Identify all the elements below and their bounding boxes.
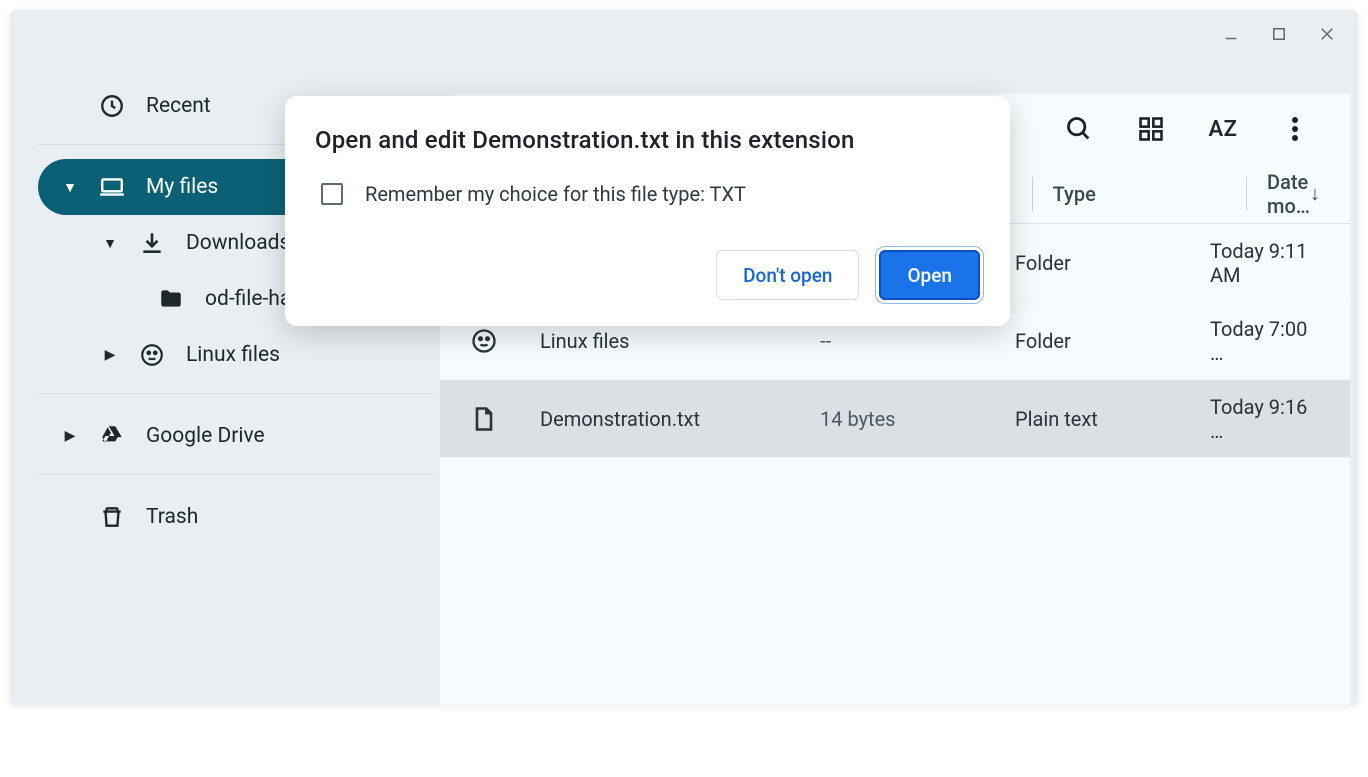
- files-window: Recent ▼ My files ▼ Downloads: [10, 10, 1358, 705]
- col-type[interactable]: Type: [1053, 182, 1246, 206]
- sidebar-item-trash[interactable]: Trash: [38, 489, 435, 545]
- open-button[interactable]: Open: [879, 250, 980, 300]
- folder-icon: [157, 286, 185, 312]
- file-row-demonstration[interactable]: Demonstration.txt 14 bytes Plain text To…: [440, 380, 1350, 458]
- remember-checkbox-row[interactable]: Remember my choice for this file type: T…: [315, 182, 980, 206]
- chevron-right-icon: ▶: [62, 428, 78, 444]
- checkbox-icon[interactable]: [321, 183, 343, 205]
- minimize-button[interactable]: [1210, 16, 1252, 52]
- sidebar-label-gdrive: Google Drive: [146, 424, 265, 448]
- maximize-button[interactable]: [1258, 16, 1300, 52]
- sidebar-label-linux: Linux files: [186, 343, 280, 367]
- sort-button[interactable]: AZ: [1208, 114, 1238, 144]
- col-date[interactable]: Date mo… ↓: [1267, 170, 1320, 218]
- chevron-down-icon: ▼: [102, 235, 118, 252]
- linux-icon: [470, 327, 540, 355]
- sidebar-label-recent: Recent: [146, 94, 211, 118]
- file-icon: [470, 405, 540, 433]
- grid-view-button[interactable]: [1136, 114, 1166, 144]
- download-icon: [138, 230, 166, 256]
- dialog-title: Open and edit Demonstration.txt in this …: [315, 126, 980, 154]
- open-file-dialog: Open and edit Demonstration.txt in this …: [285, 96, 1010, 326]
- trash-icon: [98, 504, 126, 530]
- sidebar-label-downloads: Downloads: [186, 231, 290, 255]
- titlebar: [10, 10, 1358, 58]
- chevron-down-icon: ▼: [62, 179, 78, 196]
- search-button[interactable]: [1064, 114, 1094, 144]
- linux-icon: [138, 342, 166, 368]
- sidebar-item-gdrive[interactable]: ▶ Google Drive: [38, 408, 435, 464]
- close-button[interactable]: [1306, 16, 1348, 52]
- more-button[interactable]: [1280, 114, 1310, 144]
- sort-desc-icon: ↓: [1310, 181, 1320, 206]
- clock-icon: [98, 93, 126, 119]
- sidebar-label-myfiles: My files: [146, 175, 218, 199]
- sidebar-label-trash: Trash: [146, 505, 198, 529]
- remember-label: Remember my choice for this file type: T…: [365, 182, 746, 206]
- drive-icon: [98, 423, 126, 449]
- sidebar-item-linux[interactable]: ▶ Linux files: [78, 327, 435, 383]
- chevron-right-icon: ▶: [102, 347, 118, 363]
- laptop-icon: [98, 174, 126, 200]
- dont-open-button[interactable]: Don't open: [716, 250, 859, 300]
